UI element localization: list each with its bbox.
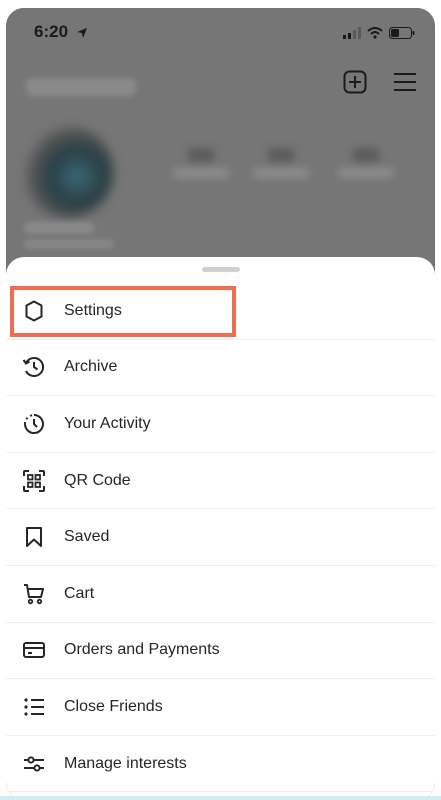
menu-item-your-activity[interactable]: Your Activity [6, 396, 435, 453]
menu-item-archive[interactable]: Archive [6, 340, 435, 397]
qr-code-icon [21, 468, 47, 494]
menu-item-label: Cart [64, 584, 95, 602]
menu-item-label: Settings [64, 301, 122, 319]
posts-stat-blurred [171, 148, 231, 188]
settings-gear-icon [21, 298, 47, 324]
sheet-drag-handle[interactable] [202, 267, 240, 272]
following-stat-blurred [336, 148, 396, 188]
menu-item-cart[interactable]: Cart [6, 566, 435, 623]
activity-clock-icon [21, 411, 47, 437]
status-icons [343, 26, 415, 44]
sliders-icon [21, 751, 47, 777]
options-bottom-sheet: Settings Archive Your Activity QR Code S… [6, 257, 435, 800]
status-bar: 6:20 [6, 8, 435, 56]
menu-item-settings[interactable]: Settings [6, 283, 435, 340]
menu-item-qr-code[interactable]: QR Code [6, 453, 435, 510]
menu-item-close-friends[interactable]: Close Friends [6, 679, 435, 736]
hamburger-menu-icon[interactable] [393, 72, 417, 97]
credit-card-icon [21, 637, 47, 663]
menu-item-label: QR Code [64, 471, 131, 489]
menu-item-label: Your Activity [64, 414, 151, 432]
menu-item-orders-and-payments[interactable]: Orders and Payments [6, 623, 435, 680]
status-time: 6:20 [34, 22, 69, 41]
wifi-icon [367, 26, 383, 44]
battery-icon [389, 26, 415, 44]
followers-stat-blurred [251, 148, 311, 188]
new-post-icon[interactable] [343, 70, 367, 99]
profile-header-actions [343, 70, 417, 99]
menu-item-label: Archive [64, 358, 118, 376]
menu-item-label: Manage interests [64, 754, 187, 772]
archive-history-icon [21, 354, 47, 380]
bookmark-icon [21, 524, 47, 550]
cart-icon [21, 581, 47, 607]
username-blurred [26, 78, 136, 96]
location-arrow-icon [76, 26, 88, 44]
bottom-edge-strip [0, 796, 441, 800]
bio-blurred-2 [24, 240, 114, 248]
bio-blurred [24, 222, 94, 234]
list-icon [21, 694, 47, 720]
phone-screen: 6:20 Settings Archive Your Activity QR C… [6, 8, 435, 800]
signal-icon [343, 26, 361, 44]
menu-item-label: Saved [64, 528, 110, 546]
menu-item-saved[interactable]: Saved [6, 509, 435, 566]
menu-item-manage-interests[interactable]: Manage interests [6, 736, 435, 793]
options-menu: Settings Archive Your Activity QR Code S… [6, 283, 435, 793]
menu-item-label: Close Friends [64, 697, 163, 715]
menu-item-label: Orders and Payments [64, 641, 220, 659]
avatar [22, 126, 114, 218]
